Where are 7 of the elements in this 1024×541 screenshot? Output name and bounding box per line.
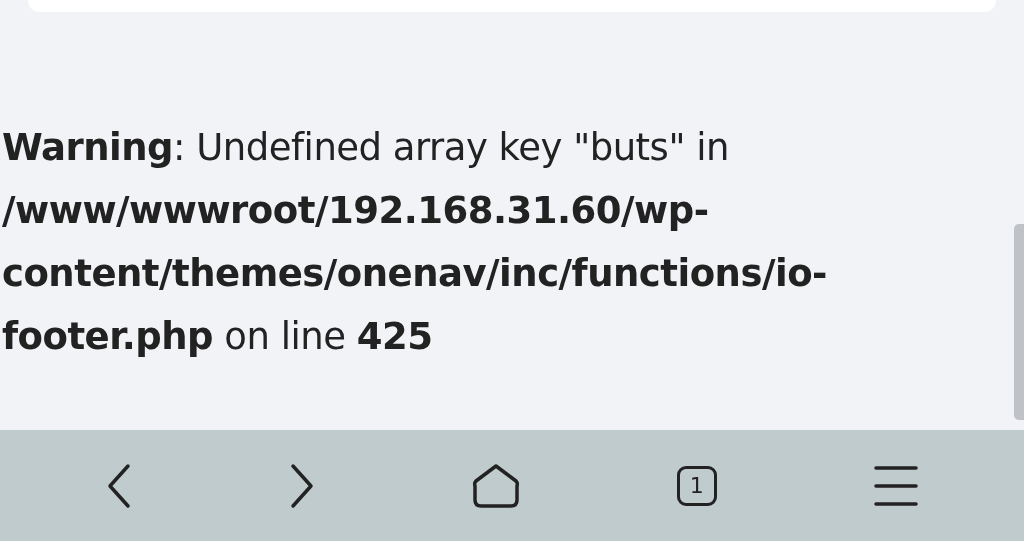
- tab-count-button[interactable]: 1: [676, 465, 717, 506]
- forward-icon[interactable]: [289, 462, 316, 509]
- scroll-bar[interactable]: [1014, 224, 1024, 420]
- back-icon[interactable]: [106, 462, 133, 509]
- menu-icon[interactable]: [873, 464, 918, 507]
- home-icon[interactable]: [472, 462, 520, 509]
- warning-message: Warning: Undefined array key "buts" in /www/wwwroot/192.168.31.60/wp-content/themes/onenav/inc/functions/io-footer.php on line 425: [2, 125, 828, 360]
